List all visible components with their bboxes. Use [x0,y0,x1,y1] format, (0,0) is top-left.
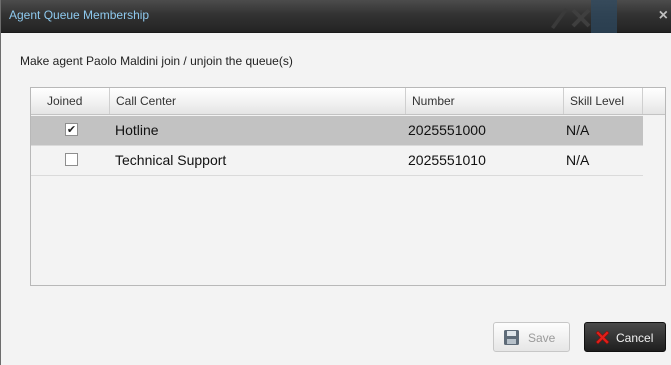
table-row[interactable]: Technical Support 2025551010 N/A [31,146,643,175]
column-header-joined[interactable]: Joined [31,88,110,114]
row-divider [31,175,643,176]
call-center-cell: Technical Support [115,152,227,168]
number-cell: 2025551000 [408,122,486,138]
column-header-number[interactable]: Number [406,88,564,114]
column-header-skill-level[interactable]: Skill Level [564,88,643,114]
queue-table: Joined Call Center Number Skill Level ✔ … [30,87,666,286]
joined-checkbox[interactable] [65,153,78,166]
floppy-disk-icon [504,330,519,345]
joined-checkbox[interactable]: ✔ [65,123,78,136]
skill-level-cell: N/A [566,152,590,168]
titlebar-decoration-icon [551,0,617,33]
save-button[interactable]: Save [493,322,570,352]
dialog-title: Agent Queue Membership [9,8,150,22]
call-center-cell: Hotline [115,122,159,138]
red-x-icon [595,330,610,345]
close-icon[interactable]: × [659,7,668,25]
table-row[interactable]: ✔ Hotline 2025551000 N/A [31,116,643,145]
skill-level-cell: N/A [566,122,590,138]
column-header-spacer [643,88,665,114]
cancel-button-label: Cancel [616,331,654,345]
dialog-prompt: Make agent Paolo Maldini join / unjoin t… [20,54,293,68]
number-cell: 2025551010 [408,152,486,168]
column-header-call-center[interactable]: Call Center [110,88,406,114]
dialog-titlebar[interactable]: Agent Queue Membership × [1,0,671,33]
save-button-label: Save [528,331,556,345]
dialog-window: Agent Queue Membership × Make agent Paol… [0,0,671,365]
table-header: Joined Call Center Number Skill Level [31,88,665,115]
cancel-button[interactable]: Cancel [584,322,666,352]
